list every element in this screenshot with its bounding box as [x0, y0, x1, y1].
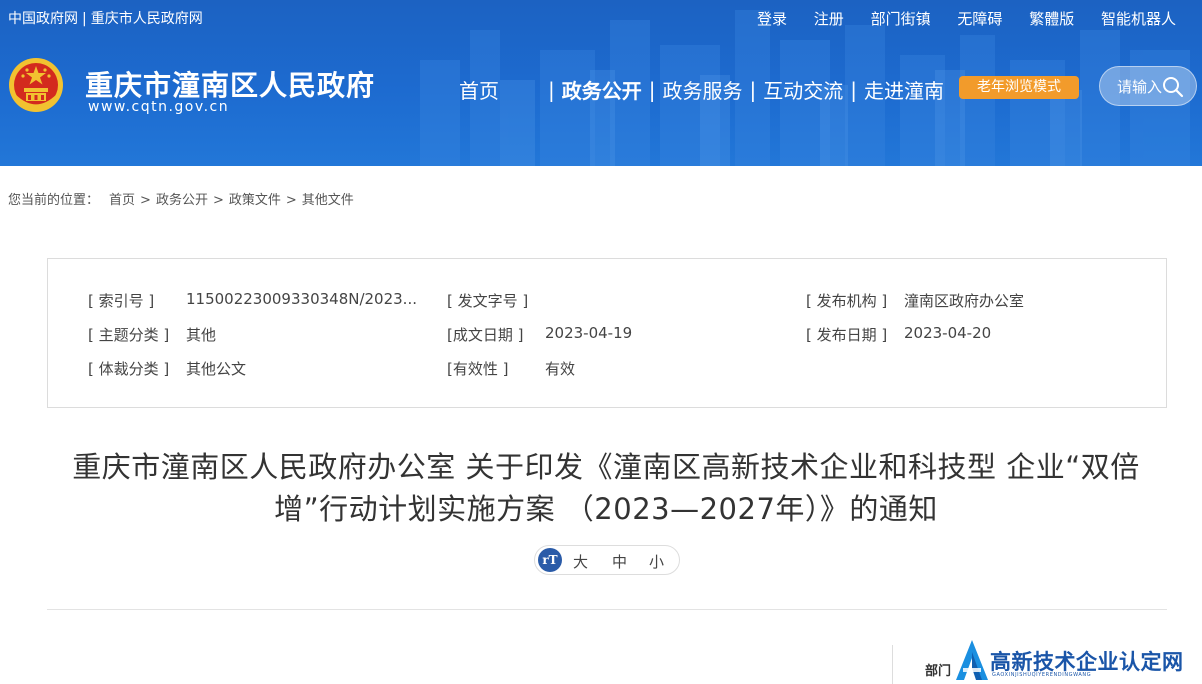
breadcrumb-other-docs[interactable]: 其他文件: [302, 193, 354, 208]
font-size-large[interactable]: 大: [573, 551, 588, 572]
department-label: 部门: [925, 664, 952, 679]
link-china-gov[interactable]: 中国政府网: [8, 11, 78, 27]
meta-key: [ 发布机构 ]: [806, 292, 888, 310]
breadcrumb-arrow: >: [212, 193, 224, 208]
top-right-links: 登录 注册 部门街镇 无障碍 繁體版 智能机器人: [735, 8, 1176, 29]
meta-value: 其他: [186, 326, 217, 344]
meta-key: [ 体裁分类 ]: [88, 360, 170, 378]
meta-genre: [ 体裁分类 ] 其他公文: [88, 358, 246, 379]
nav-gov-affairs[interactable]: 政务公开: [562, 75, 642, 104]
watermark-subtext: GAOXINJISHUQIYERENDINGWANG: [992, 672, 1092, 678]
content-divider: [47, 609, 1167, 610]
meta-value: 11500223009330348N/2023...: [186, 290, 417, 308]
link-chongqing-gov[interactable]: 重庆市人民政府网: [91, 11, 203, 27]
meta-topic: [ 主题分类 ] 其他: [88, 324, 216, 345]
meta-validity: [有效性 ] 有效: [447, 358, 575, 379]
chatbot-link[interactable]: 智能机器人: [1101, 10, 1176, 28]
font-size-switcher: rT 大 中 小: [534, 545, 680, 575]
font-size-medium[interactable]: 中: [612, 551, 627, 572]
top-separator: |: [82, 11, 87, 27]
login-link[interactable]: 登录: [757, 10, 787, 28]
meta-key: [有效性 ]: [447, 360, 509, 378]
nav-divider: |: [850, 77, 857, 102]
site-title[interactable]: 重庆市潼南区人民政府: [85, 64, 375, 104]
meta-doc-number: [ 发文字号 ]: [447, 290, 528, 311]
search-input[interactable]: [1117, 77, 1165, 97]
meta-key: [ 发布日期 ]: [806, 326, 888, 344]
nav-divider: |: [648, 77, 656, 102]
nav-divider: |: [548, 77, 555, 102]
font-size-icon: rT: [538, 548, 562, 572]
breadcrumb-arrow: >: [285, 193, 297, 208]
nav-gov-services[interactable]: 政务服务: [663, 75, 743, 104]
site-header: 中国政府网 | 重庆市人民政府网 登录 注册 部门街镇 无障碍 繁體版 智能机器人 …: [0, 0, 1202, 166]
meta-value: 2023-04-19: [545, 324, 633, 342]
top-bar: 中国政府网 | 重庆市人民政府网 登录 注册 部门街镇 无障碍 繁體版 智能机器人: [0, 0, 1202, 34]
meta-key: [ 索引号 ]: [88, 292, 155, 310]
search-icon[interactable]: [1162, 76, 1184, 98]
meta-key: [成文日期 ]: [447, 326, 524, 344]
accessibility-link[interactable]: 无障碍: [957, 10, 1002, 28]
article-title: 重庆市潼南区人民政府办公室 关于印发《潼南区高新技术企业和科技型 企业“双倍增”…: [72, 450, 1140, 526]
watermark: 高新技术企业认定网 GAOXINJISHUQIYERENDINGWANG: [950, 636, 1202, 684]
breadcrumb: 您当前的位置： 首页 > 政务公开 > 政策文件 > 其他文件: [8, 189, 354, 208]
meta-value: 有效: [545, 360, 576, 378]
meta-written-date: [成文日期 ] 2023-04-19: [447, 324, 632, 345]
nav-about-tongnan[interactable]: 走进潼南: [864, 75, 944, 104]
watermark-logo-icon: [956, 640, 988, 680]
top-left-links: 中国政府网 | 重庆市人民政府网: [8, 8, 203, 28]
breadcrumb-label: 您当前的位置：: [8, 193, 100, 208]
meta-key: [ 发文字号 ]: [447, 292, 529, 310]
meta-publish-date: [ 发布日期 ] 2023-04-20: [806, 324, 991, 345]
elder-mode-button[interactable]: 老年浏览模式: [959, 76, 1079, 99]
nav-home[interactable]: 首页: [459, 75, 499, 104]
meta-value: 潼南区政府办公室: [904, 292, 1025, 310]
meta-issuer: [ 发布机构 ] 潼南区政府办公室: [806, 290, 1024, 311]
meta-value: 其他公文: [186, 360, 247, 378]
site-url: www.cqtn.gov.cn: [88, 99, 230, 115]
breadcrumb-home[interactable]: 首页: [109, 193, 135, 208]
sidebar-divider: [892, 645, 893, 684]
breadcrumb-policy-docs[interactable]: 政策文件: [229, 193, 281, 208]
font-size-small[interactable]: 小: [649, 551, 664, 572]
traditional-chinese-link[interactable]: 繁體版: [1029, 10, 1074, 28]
nav-divider: |: [749, 77, 757, 102]
document-meta-box: [ 索引号 ] 11500223009330348N/2023... [ 发文字…: [47, 258, 1167, 408]
departments-link[interactable]: 部门街镇: [871, 10, 931, 28]
breadcrumb-arrow: >: [140, 193, 151, 208]
nav-interaction[interactable]: 互动交流: [763, 75, 843, 104]
national-emblem-icon[interactable]: [7, 56, 65, 114]
main-nav: 首页 | 政务公开 | 政务服务 | 互动交流 | 走进潼南: [459, 75, 944, 104]
breadcrumb-gov-affairs[interactable]: 政务公开: [156, 193, 208, 208]
meta-index-no: [ 索引号 ] 11500223009330348N/2023...: [88, 290, 417, 311]
meta-value: 2023-04-20: [904, 324, 992, 342]
meta-key: [ 主题分类 ]: [88, 326, 170, 344]
register-link[interactable]: 注册: [814, 10, 844, 28]
search-box: [1099, 66, 1197, 106]
